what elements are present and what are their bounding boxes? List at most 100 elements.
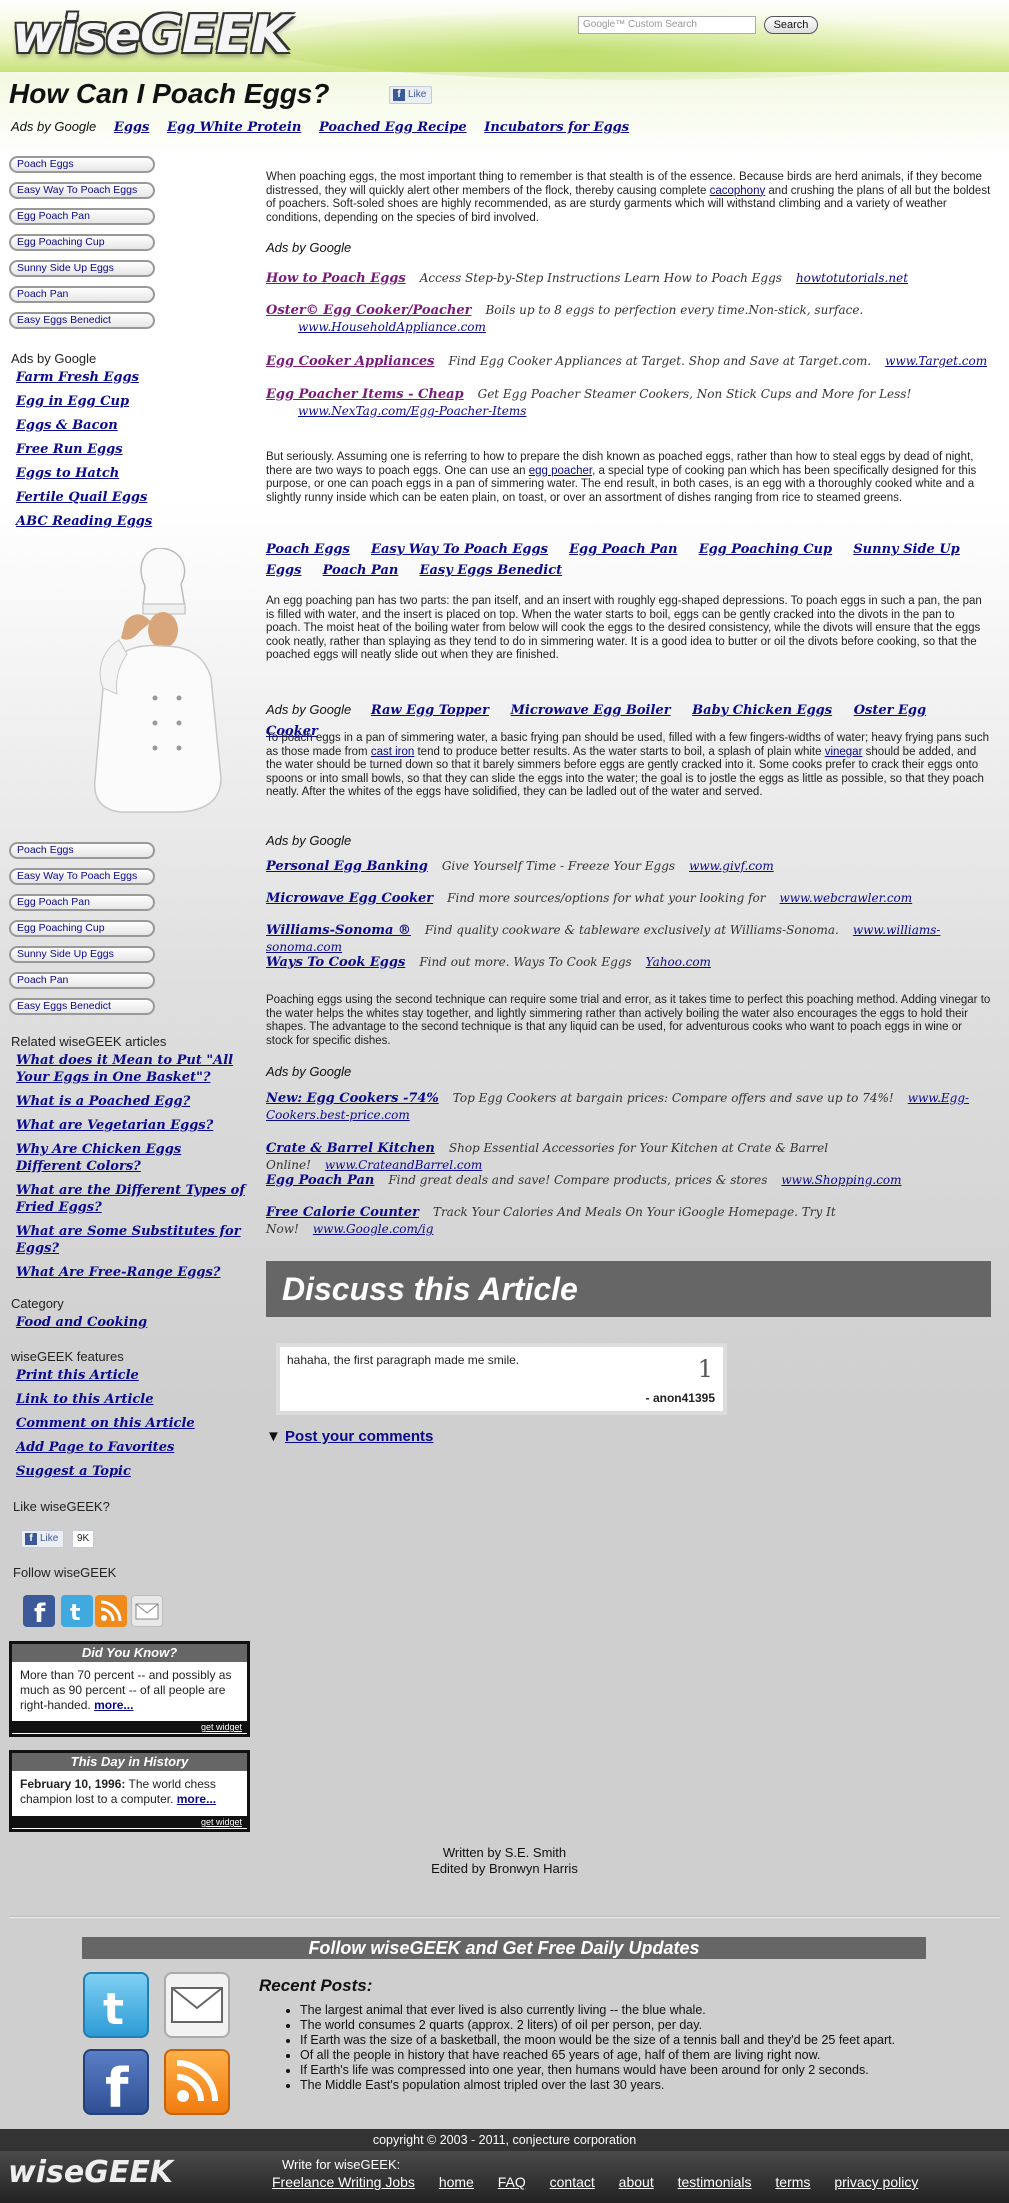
footer-about-link[interactable]: about	[619, 2174, 654, 2190]
ad-title-link[interactable]: Egg Poach Pan	[266, 1173, 374, 1188]
ad-link[interactable]: Microwave Egg Boiler	[511, 703, 671, 718]
sidebar-ad-link[interactable]: Free Run Eggs	[16, 441, 249, 458]
topic-link[interactable]: Poach Eggs	[266, 542, 350, 557]
twitter-icon[interactable]: t	[61, 1595, 93, 1627]
topic-link[interactable]: Egg Poaching Cup	[699, 542, 832, 557]
sidebar-pill[interactable]: Sunny Side Up Eggs	[9, 260, 155, 277]
sidebar-pill[interactable]: Egg Poaching Cup	[9, 920, 155, 937]
sidebar-pill[interactable]: Poach Eggs	[9, 842, 155, 859]
footer-logo[interactable]: wiseGEEK	[8, 2155, 173, 2190]
did-you-know-more-link[interactable]: more...	[94, 1698, 133, 1712]
ad-url-link[interactable]: www.HouseholdAppliance.com	[266, 319, 991, 336]
email-icon[interactable]	[131, 1595, 163, 1627]
ad-title-link[interactable]: Williams-Sonoma ®	[266, 923, 411, 938]
post-comments-link[interactable]: Post your comments	[285, 1428, 433, 1445]
top-ad-link[interactable]: Egg White Protein	[167, 120, 301, 135]
rss-icon[interactable]	[95, 1595, 127, 1627]
sidebar-pill[interactable]: Easy Eggs Benedict	[9, 998, 155, 1015]
search-input[interactable]: Google™ Custom Search	[578, 16, 756, 34]
sidebar-ad-link[interactable]: ABC Reading Eggs	[16, 513, 249, 530]
facebook-like-button[interactable]: f Like	[389, 86, 433, 104]
facebook-icon[interactable]: f	[23, 1595, 55, 1629]
sidebar-pill[interactable]: Egg Poaching Cup	[9, 234, 155, 251]
sidebar-ad-link[interactable]: Fertile Quail Eggs	[16, 489, 249, 506]
footer-faq-link[interactable]: FAQ	[498, 2174, 526, 2190]
sidebar-ad-link[interactable]: Eggs to Hatch	[16, 465, 249, 482]
related-link[interactable]: What are Some Substitutes for Eggs?	[16, 1223, 261, 1257]
sidebar-pill[interactable]: Egg Poach Pan	[9, 894, 155, 911]
rss-icon[interactable]	[164, 2049, 230, 2115]
sidebar-ad-link[interactable]: Egg in Egg Cup	[16, 393, 249, 410]
cacophony-link[interactable]: cacophony	[710, 185, 766, 197]
freelance-writing-link[interactable]: Freelance Writing Jobs	[272, 2174, 415, 2190]
sidebar-pill[interactable]: Poach Pan	[9, 972, 155, 989]
sidebar-pill[interactable]: Easy Eggs Benedict	[9, 312, 155, 329]
related-link[interactable]: What Are Free-Range Eggs?	[16, 1264, 254, 1281]
ad-url-link[interactable]: Yahoo.com	[646, 955, 711, 969]
print-article-link[interactable]: Print this Article	[16, 1367, 249, 1384]
this-day-more-link[interactable]: more...	[177, 1792, 216, 1806]
sidebar-pill[interactable]: Easy Way To Poach Eggs	[9, 182, 155, 199]
suggest-topic-link[interactable]: Suggest a Topic	[16, 1463, 249, 1480]
topic-link[interactable]: Easy Way To Poach Eggs	[371, 542, 548, 557]
comment-article-link[interactable]: Comment on this Article	[16, 1415, 249, 1432]
facebook-icon[interactable]: f	[83, 2049, 149, 2120]
ad-title-link[interactable]: Ways To Cook Eggs	[266, 955, 405, 970]
footer-terms-link[interactable]: terms	[775, 2174, 810, 2190]
ad-title-link[interactable]: New: Egg Cookers -74%	[266, 1091, 439, 1106]
sidebar-ad-link[interactable]: Farm Fresh Eggs	[16, 369, 249, 386]
footer-contact-link[interactable]: contact	[550, 2174, 595, 2190]
ad-title-link[interactable]: Free Calorie Counter	[266, 1205, 419, 1220]
ad-url-link[interactable]: www.Shopping.com	[781, 1173, 901, 1187]
ad-url-link[interactable]: www.Target.com	[885, 354, 987, 368]
top-ad-link[interactable]: Incubators for Eggs	[484, 120, 629, 135]
ad-url-link[interactable]: howtotutorials.net	[796, 271, 908, 285]
top-ad-link[interactable]: Eggs	[114, 120, 149, 135]
get-widget-link[interactable]: get widget	[201, 1722, 242, 1732]
ad-title-link[interactable]: Personal Egg Banking	[266, 859, 428, 874]
footer-privacy-link[interactable]: privacy policy	[834, 2174, 918, 2190]
sidebar-ad-link[interactable]: Eggs & Bacon	[16, 417, 249, 434]
related-link[interactable]: Why Are Chicken Eggs Different Colors?	[16, 1141, 246, 1175]
ad-link[interactable]: Raw Egg Topper	[371, 703, 489, 718]
topic-link[interactable]: Poach Pan	[323, 563, 399, 578]
cast-iron-link[interactable]: cast iron	[371, 746, 414, 758]
sidebar-pill[interactable]: Easy Way To Poach Eggs	[9, 868, 155, 885]
sidebar-pill[interactable]: Poach Pan	[9, 286, 155, 303]
ad-link[interactable]: Baby Chicken Eggs	[692, 703, 832, 718]
ad-url-link[interactable]: www.givf.com	[689, 859, 774, 873]
ad-title-link[interactable]: How to Poach Eggs	[266, 271, 406, 286]
sidebar-pill[interactable]: Sunny Side Up Eggs	[9, 946, 155, 963]
ad-title-link[interactable]: Egg Cooker Appliances	[266, 354, 434, 369]
related-link[interactable]: What does it Mean to Put "All Your Eggs …	[16, 1052, 246, 1086]
footer-home-link[interactable]: home	[439, 2174, 474, 2190]
link-article-link[interactable]: Link to this Article	[16, 1391, 249, 1408]
ad-url-link[interactable]: www.webcrawler.com	[780, 891, 913, 905]
top-ad-link[interactable]: Poached Egg Recipe	[319, 120, 467, 135]
twitter-icon[interactable]: t	[83, 1972, 149, 2038]
add-favorites-link[interactable]: Add Page to Favorites	[16, 1439, 249, 1456]
ad-url-link[interactable]: www.NexTag.com/Egg-Poacher-Items	[266, 403, 991, 420]
sidebar-pill[interactable]: Poach Eggs	[9, 156, 155, 173]
related-link[interactable]: What are the Different Types of Fried Eg…	[16, 1182, 251, 1216]
ad-title-link[interactable]: Egg Poacher Items - Cheap	[266, 387, 464, 402]
related-link[interactable]: What is a Poached Egg?	[16, 1093, 254, 1110]
ad-title-link[interactable]: Oster© Egg Cooker/Poacher	[266, 303, 471, 318]
facebook-like-button-sidebar[interactable]: f Like	[21, 1530, 65, 1548]
ad-url-link[interactable]: www.Google.com/ig	[313, 1222, 434, 1236]
get-widget-link[interactable]: get widget	[201, 1817, 242, 1827]
ad-title-link[interactable]: Microwave Egg Cooker	[266, 891, 433, 906]
egg-poacher-link[interactable]: egg poacher	[529, 465, 592, 477]
site-logo[interactable]: wiseGEEK	[12, 6, 324, 64]
search-button[interactable]: Search	[764, 16, 818, 34]
email-icon[interactable]	[164, 1972, 230, 2038]
vinegar-link[interactable]: vinegar	[825, 746, 863, 758]
footer-testimonials-link[interactable]: testimonials	[678, 2174, 752, 2190]
sidebar-pill[interactable]: Egg Poach Pan	[9, 208, 155, 225]
ad-url-link[interactable]: www.CrateandBarrel.com	[325, 1158, 482, 1172]
topic-link[interactable]: Egg Poach Pan	[569, 542, 677, 557]
related-link[interactable]: What are Vegetarian Eggs?	[16, 1117, 254, 1134]
category-link[interactable]: Food and Cooking	[16, 1314, 249, 1331]
topic-link[interactable]: Easy Eggs Benedict	[420, 563, 563, 578]
ad-title-link[interactable]: Crate & Barrel Kitchen	[266, 1141, 435, 1156]
